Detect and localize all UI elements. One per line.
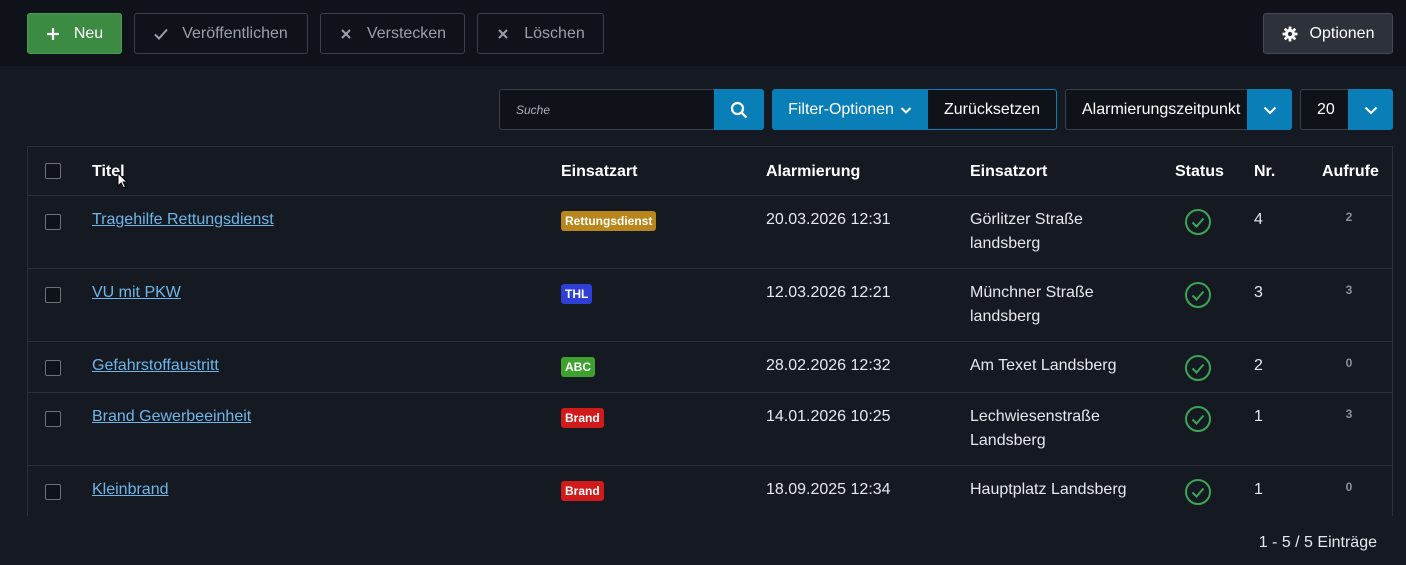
location: Lechwiesenstraße Landsberg (970, 405, 1100, 453)
published-check-icon[interactable] (1184, 208, 1212, 236)
type-badge: Brand (561, 481, 604, 501)
row-nr: 2 (1254, 357, 1263, 374)
row-checkbox[interactable] (45, 411, 61, 427)
options-button[interactable]: Optionen (1263, 13, 1393, 54)
table-row: Tragehilfe Rettungsdienst Rettungsdienst… (28, 196, 1392, 269)
sort-select[interactable]: Alarmierungszeitpunkt (1065, 89, 1247, 130)
limit-value: 20 (1317, 100, 1335, 118)
published-check-icon[interactable] (1184, 354, 1212, 382)
row-nr: 1 (1254, 408, 1263, 425)
row-hits: 0 (1345, 480, 1353, 494)
search-input[interactable]: Suche (499, 89, 715, 130)
type-badge: ABC (561, 357, 595, 377)
type-badge: Rettungsdienst (561, 211, 657, 231)
location-line2: landsberg (970, 308, 1041, 325)
row-nr: 3 (1254, 284, 1263, 301)
delete-button[interactable]: Löschen (477, 13, 604, 54)
reset-label: Zurücksetzen (943, 100, 1041, 118)
toolbar: Neu Veröffentlichen Verstecken Löschen O… (0, 0, 1406, 66)
header-location[interactable]: Einsatzort (970, 163, 1047, 181)
location-line2: landsberg (970, 235, 1041, 252)
options-button-label: Optionen (1309, 24, 1375, 42)
mouse-cursor-icon (117, 172, 129, 189)
plus-icon (46, 27, 59, 40)
alarm-time: 20.03.2026 12:31 (766, 211, 891, 228)
published-check-icon[interactable] (1184, 478, 1212, 506)
close-icon (341, 28, 351, 39)
header-alarm[interactable]: Alarmierung (766, 163, 860, 181)
table-row: Kleinbrand Brand 18.09.2025 12:34 Hauptp… (28, 466, 1392, 516)
filter-options-label: Filter-Optionen (788, 100, 894, 118)
search-button[interactable] (714, 89, 764, 130)
row-nr: 1 (1254, 481, 1263, 498)
header-type[interactable]: Einsatzart (561, 163, 637, 181)
location: Hauptplatz Landsberg (970, 478, 1127, 502)
chevron-down-icon (900, 106, 912, 114)
check-icon (154, 28, 168, 40)
row-nr: 4 (1254, 211, 1263, 228)
row-checkbox[interactable] (45, 360, 61, 376)
delete-button-label: Löschen (524, 24, 585, 42)
location-line2: Landsberg (970, 432, 1046, 449)
chevron-down-icon (1364, 106, 1377, 114)
close-icon (498, 28, 508, 39)
header-hits[interactable]: Aufrufe (1322, 163, 1379, 181)
hide-button-label: Verstecken (366, 24, 447, 42)
alarm-time: 18.09.2025 12:34 (766, 481, 891, 498)
alarm-time: 28.02.2026 12:32 (766, 357, 891, 374)
alarm-time: 14.01.2026 10:25 (766, 408, 891, 425)
type-badge: THL (561, 284, 593, 304)
row-checkbox[interactable] (45, 287, 61, 303)
published-check-icon[interactable] (1184, 405, 1212, 433)
location: Am Texet Landsberg (970, 354, 1116, 378)
sort-select-toggle[interactable] (1247, 89, 1292, 130)
header-status[interactable]: Status (1175, 163, 1224, 181)
reset-button[interactable]: Zurücksetzen (927, 89, 1057, 130)
row-checkbox[interactable] (45, 484, 61, 500)
location-line1: Hauptplatz Landsberg (970, 481, 1127, 498)
search-placeholder: Suche (516, 102, 551, 117)
row-title-link[interactable]: Gefahrstoffaustritt (92, 357, 219, 374)
row-title-link[interactable]: VU mit PKW (92, 284, 181, 301)
location: Münchner Straße landsberg (970, 281, 1094, 329)
new-button-label: Neu (73, 24, 104, 42)
sort-value: Alarmierungszeitpunkt (1082, 100, 1241, 118)
row-checkbox[interactable] (45, 214, 61, 230)
new-button[interactable]: Neu (27, 13, 122, 54)
filter-options-button[interactable]: Filter-Optionen (772, 89, 928, 130)
publish-button-label: Veröffentlichen (182, 24, 288, 42)
location: Görlitzer Straße landsberg (970, 208, 1083, 256)
table-header: Titel Einsatzart Alarmierung Einsatzort … (28, 147, 1392, 196)
pagination-info: 1 - 5 / 5 Einträge (1258, 534, 1377, 551)
table-row: Gefahrstoffaustritt ABC 28.02.2026 12:32… (28, 342, 1392, 393)
row-title-link[interactable]: Tragehilfe Rettungsdienst (92, 211, 274, 228)
limit-select[interactable]: 20 (1300, 89, 1348, 130)
gear-icon (1282, 26, 1298, 41)
location-line1: Görlitzer Straße (970, 211, 1083, 228)
row-title-link[interactable]: Brand Gewerbeeinheit (92, 408, 251, 425)
location-line1: Münchner Straße (970, 284, 1094, 301)
table-row: Brand Gewerbeeinheit Brand 14.01.2026 10… (28, 393, 1392, 466)
publish-button[interactable]: Veröffentlichen (134, 13, 308, 54)
row-hits: 2 (1345, 210, 1353, 224)
type-badge: Brand (561, 408, 604, 428)
hide-button[interactable]: Verstecken (320, 13, 465, 54)
table-row: VU mit PKW THL 12.03.2026 12:21 Münchner… (28, 269, 1392, 342)
location-line1: Lechwiesenstraße (970, 408, 1100, 425)
deployments-table: Titel Einsatzart Alarmierung Einsatzort … (27, 146, 1393, 516)
limit-select-toggle[interactable] (1348, 89, 1393, 130)
search-icon (730, 101, 748, 118)
select-all-checkbox[interactable] (45, 163, 61, 179)
location-line1: Am Texet Landsberg (970, 357, 1117, 374)
published-check-icon[interactable] (1184, 281, 1212, 309)
chevron-down-icon (1263, 106, 1276, 114)
row-hits: 3 (1345, 407, 1353, 421)
row-hits: 0 (1345, 356, 1353, 370)
row-title-link[interactable]: Kleinbrand (92, 481, 169, 498)
alarm-time: 12.03.2026 12:21 (766, 284, 891, 301)
header-nr[interactable]: Nr. (1254, 163, 1275, 181)
row-hits: 3 (1345, 283, 1353, 297)
